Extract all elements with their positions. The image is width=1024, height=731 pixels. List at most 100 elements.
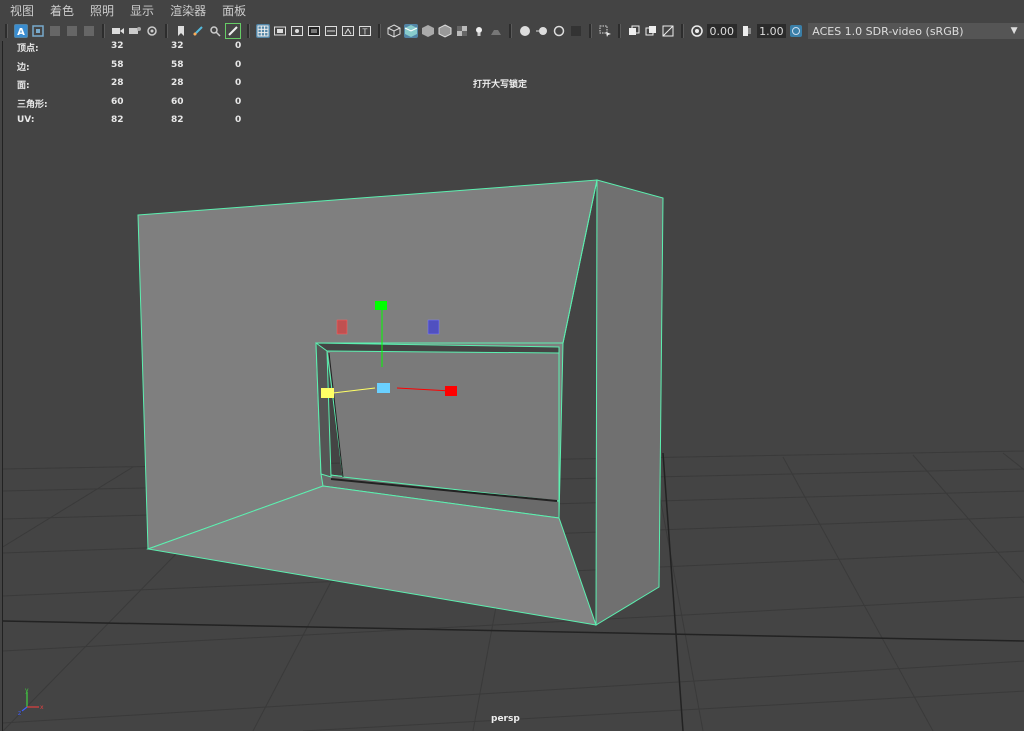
camera-icon[interactable]	[111, 24, 125, 38]
textured-icon[interactable]	[455, 24, 469, 38]
image-plane-icon[interactable]	[65, 24, 79, 38]
depth-of-field-icon[interactable]	[569, 24, 583, 38]
screen-space-ao-icon[interactable]	[518, 24, 532, 38]
resolution-gate-icon[interactable]	[290, 24, 304, 38]
shadows-icon[interactable]	[489, 24, 503, 38]
hud-value: 60	[171, 96, 184, 107]
isolate-select-icon[interactable]	[598, 24, 612, 38]
select-camera-icon[interactable]: A	[13, 24, 28, 38]
film-gate-icon[interactable]	[273, 24, 287, 38]
hud-value: 0	[235, 115, 242, 125]
bounding-box-icon[interactable]	[438, 24, 452, 38]
backface-culling-icon[interactable]	[661, 24, 675, 38]
gamma-icon[interactable]	[740, 24, 754, 38]
hud-value: 28	[171, 78, 184, 88]
manip-z-plane-handle	[427, 319, 440, 335]
menu-shading[interactable]: 着色	[42, 2, 82, 19]
chevron-down-icon: ▼	[1010, 26, 1018, 36]
exposure-icon[interactable]	[690, 24, 704, 38]
perspective-viewport[interactable]: 顶点: 32 32 0 边: 58 58 0 面: 28 28 0 三角形: 6…	[2, 41, 1024, 731]
mesh-face-right	[595, 179, 664, 626]
toolbar-separator	[164, 24, 168, 38]
grid-axis-z	[662, 452, 684, 731]
svg-text:A: A	[17, 27, 25, 38]
safe-title-icon[interactable]: T	[358, 24, 372, 38]
hud-value: 82	[111, 115, 124, 125]
hud-value: 0	[235, 41, 242, 51]
menu-renderer[interactable]: 渲染器	[162, 2, 214, 19]
bookmark-flag-icon[interactable]	[174, 24, 188, 38]
hud-row-uvs: UV: 82 82 0	[17, 115, 257, 134]
xray-icon[interactable]	[627, 24, 641, 38]
motion-blur-icon[interactable]	[535, 24, 549, 38]
toolbar-separator	[617, 24, 621, 38]
hud-value: 28	[111, 78, 124, 88]
toolbar-separator	[508, 24, 512, 38]
camera-tumble-icon[interactable]	[145, 24, 159, 38]
colorspace-value: ACES 1.0 SDR-video (sRGB)	[812, 24, 964, 38]
2d-pan-zoom-icon[interactable]	[208, 24, 222, 38]
manip-yellow-handle	[321, 388, 334, 398]
hud-value: 0	[235, 59, 242, 70]
scene-canvas	[3, 179, 1024, 731]
manip-x-handle	[445, 386, 457, 396]
view-axis-gizmo: y x z	[18, 687, 44, 717]
viewport-toolbar: A T 0.00 1.00 ACES 1.0 SDR-video (sRGB) …	[0, 21, 1024, 41]
manip-x-plane-handle	[336, 319, 348, 335]
gate-mask-icon[interactable]	[307, 24, 321, 38]
toolbar-separator	[588, 24, 592, 38]
mesh-face-inner-back	[326, 350, 560, 502]
field-chart-icon[interactable]	[324, 24, 338, 38]
manip-center-handle	[377, 383, 390, 393]
bookmark-icon[interactable]	[48, 24, 62, 38]
color-management-icon[interactable]	[789, 24, 803, 38]
hud-label: 边:	[17, 62, 30, 73]
lights-icon[interactable]	[472, 24, 486, 38]
anti-aliasing-icon[interactable]	[552, 24, 566, 38]
camera-name-label: persp	[491, 714, 520, 724]
gamma-field[interactable]: 1.00	[756, 24, 787, 38]
menu-show[interactable]: 显示	[122, 2, 162, 19]
hud-row-edges: 边: 58 58 0	[17, 60, 257, 79]
axis-z-label: z	[18, 710, 21, 717]
colorspace-dropdown[interactable]: ACES 1.0 SDR-video (sRGB) ▼	[808, 23, 1024, 39]
toolbar-separator	[5, 24, 8, 38]
hud-row-triangles: 三角形: 60 60 0	[17, 97, 257, 116]
caps-lock-message: 打开大写锁定	[473, 80, 528, 90]
hud-value: 32	[171, 41, 184, 51]
svg-text:T: T	[361, 28, 367, 37]
axis-z-line	[21, 706, 28, 712]
hud-value: 0	[235, 78, 242, 88]
2d-pan-zoom-icon[interactable]	[82, 24, 96, 38]
toolbar-separator	[377, 24, 381, 38]
poly-count-hud: 顶点: 32 32 0 边: 58 58 0 面: 28 28 0 三角形: 6…	[17, 41, 257, 134]
camera-lock-icon[interactable]	[128, 24, 142, 38]
toolbar-separator	[680, 24, 684, 38]
flat-shade-icon[interactable]	[421, 24, 435, 38]
menu-view[interactable]: 视图	[0, 2, 42, 19]
menu-lighting[interactable]: 照明	[82, 2, 122, 19]
hud-value: 0	[235, 96, 242, 107]
exposure-field[interactable]: 0.00	[706, 24, 737, 38]
hud-value: 32	[111, 41, 124, 51]
hud-label: 三角形:	[17, 99, 48, 110]
toolbar-separator	[101, 24, 105, 38]
camera-attributes-icon[interactable]	[31, 24, 45, 38]
grid-icon[interactable]	[255, 24, 270, 38]
hud-row-vertices: 顶点: 32 32 0	[17, 41, 257, 60]
xray-joints-icon[interactable]	[644, 24, 658, 38]
safe-action-icon[interactable]	[341, 24, 355, 38]
hud-value: 82	[171, 115, 184, 125]
axis-x-label: x	[40, 704, 44, 711]
manip-y-handle	[375, 301, 387, 310]
axis-y-label: y	[25, 687, 29, 694]
hud-value: 58	[171, 59, 184, 70]
pencil-icon[interactable]	[224, 23, 241, 39]
menu-panels[interactable]: 面板	[214, 2, 254, 19]
mesh-object	[137, 179, 664, 626]
hud-value: 60	[111, 96, 124, 107]
grease-pencil-icon[interactable]	[191, 24, 205, 38]
wireframe-icon[interactable]	[387, 24, 401, 38]
smooth-shade-icon[interactable]	[403, 24, 418, 38]
hud-value: 58	[111, 59, 124, 70]
